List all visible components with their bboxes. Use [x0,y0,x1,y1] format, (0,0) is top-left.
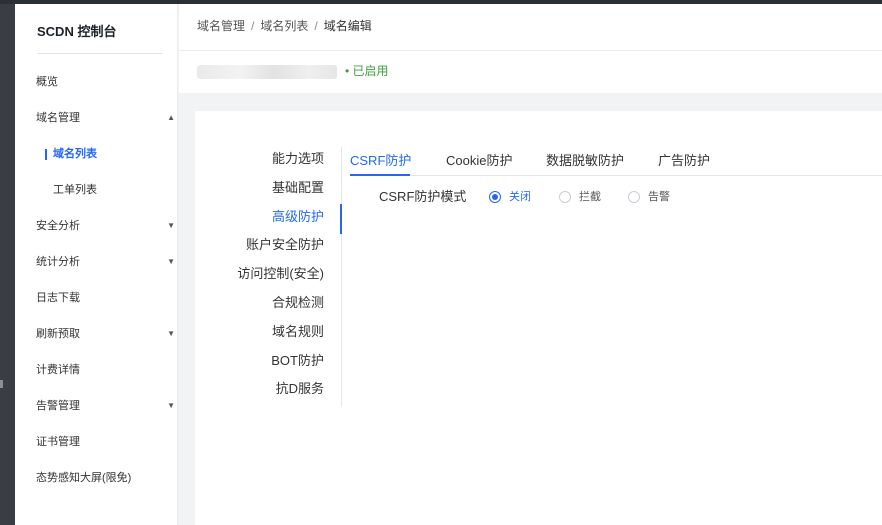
sidebar-item-situation-screen[interactable]: 态势感知大屏(限免) [36,468,178,488]
sidebar: SCDN 控制台 概览 域名管理 ▲ 域名列表 工单列表 安全分析 ▼ 统计分析 ▼ … [15,4,178,525]
breadcrumb-domain-list[interactable]: 域名列表 [260,19,308,33]
tab-domain-rules[interactable]: 域名规则 [272,322,324,342]
tab-basic-config[interactable]: 基础配置 [272,178,324,198]
sidebar-item-overview[interactable]: 概览 [36,72,178,92]
config-panel: 能力选项 基础配置 高级防护 账户安全防护 访问控制(安全) 合规检测 域名规则… [195,111,882,525]
sidebar-item-domain-management[interactable]: 域名管理 ▲ [36,108,178,128]
sidebar-subitem-domain-list[interactable]: 域名列表 [45,144,97,164]
brand-title: SCDN 控制台 [37,21,163,54]
vertical-tabs: 能力选项 基础配置 高级防护 账户安全防护 访问控制(安全) 合规检测 域名规则… [195,147,342,407]
sidebar-item-label: 告警管理 [36,400,80,412]
tab-advanced-protection[interactable]: 高级防护 [272,207,324,227]
radio-dot-icon[interactable] [628,191,640,203]
csrf-mode-label: CSRF防护模式 [379,189,467,204]
sidebar-item-label: 域名管理 [36,112,80,124]
horizontal-tabs: CSRF防护 Cookie防护 数据脱敏防护 广告防护 [350,147,882,176]
tab-compliance-check[interactable]: 合规检测 [272,293,324,313]
sidebar-item-certificates[interactable]: 证书管理 [36,432,178,452]
tab-ad-protection[interactable]: 广告防护 [658,151,710,171]
radio-dot-icon[interactable] [559,191,571,203]
sidebar-item-statistics[interactable]: 统计分析 ▼ [36,252,178,272]
breadcrumb-separator: / [314,19,318,33]
sidebar-subitem-label: 工单列表 [53,184,97,196]
breadcrumb-domain-edit: 域名编辑 [323,19,372,33]
sidebar-subitem-ticket-list[interactable]: 工单列表 [53,180,97,200]
brand-label: SCDN 控制台 [37,24,117,39]
tab-anti-ddos[interactable]: 抗D服务 [276,379,324,399]
sidebar-item-log-download[interactable]: 日志下载 [36,288,178,308]
sidebar-item-billing[interactable]: 计费详情 [36,360,178,380]
breadcrumb: 域名管理 / 域名列表 / 域名编辑 [179,4,882,51]
tab-cookie-protection[interactable]: Cookie防护 [446,151,512,171]
sidebar-item-label: 证书管理 [36,436,80,448]
sidebar-item-label: 安全分析 [36,220,80,232]
radio-dot-icon[interactable] [489,191,501,203]
tab-csrf-protection[interactable]: CSRF防护 [350,151,411,171]
breadcrumb-separator: / [251,19,255,33]
breadcrumb-domain-management[interactable]: 域名管理 [197,19,245,33]
chevron-down-icon: ▼ [167,401,175,410]
status-badge: • 已启用 [345,64,389,78]
radio-label: 拦截 [579,191,601,203]
tab-data-masking[interactable]: 数据脱敏防护 [546,151,624,171]
sidebar-subitem-label: 域名列表 [53,148,97,160]
sidebar-item-label: 态势感知大屏(限免) [36,472,132,484]
radio-label: 告警 [648,191,670,203]
chevron-up-icon: ▲ [167,113,175,122]
sidebar-item-alarm-management[interactable]: 告警管理 ▼ [36,396,178,416]
sidebar-item-security-analysis[interactable]: 安全分析 ▼ [36,216,178,236]
radio-label: 关闭 [509,191,531,203]
tab-capability-options[interactable]: 能力选项 [272,149,324,169]
sidebar-item-label: 概览 [36,76,58,88]
sidebar-item-label: 计费详情 [36,364,80,376]
sidebar-item-label: 日志下载 [36,292,80,304]
active-tab-underline [350,174,410,176]
domain-header: • 已启用 [179,51,882,93]
tab-bot-protection[interactable]: BOT防护 [271,351,324,371]
left-icon-strip [0,4,15,525]
sidebar-item-label: 刷新预取 [36,328,80,340]
chevron-down-icon: ▼ [167,221,175,230]
tab-access-control[interactable]: 访问控制(安全) [237,264,324,284]
active-tab-indicator [340,204,342,234]
tab-account-security[interactable]: 账户安全防护 [246,235,324,255]
active-indicator [45,149,47,160]
chevron-down-icon: ▼ [167,257,175,266]
strip-marker [0,380,3,388]
chevron-down-icon: ▼ [167,329,175,338]
sidebar-item-refresh-prefetch[interactable]: 刷新预取 ▼ [36,324,178,344]
domain-name-redacted [197,65,337,79]
sidebar-item-label: 统计分析 [36,256,80,268]
